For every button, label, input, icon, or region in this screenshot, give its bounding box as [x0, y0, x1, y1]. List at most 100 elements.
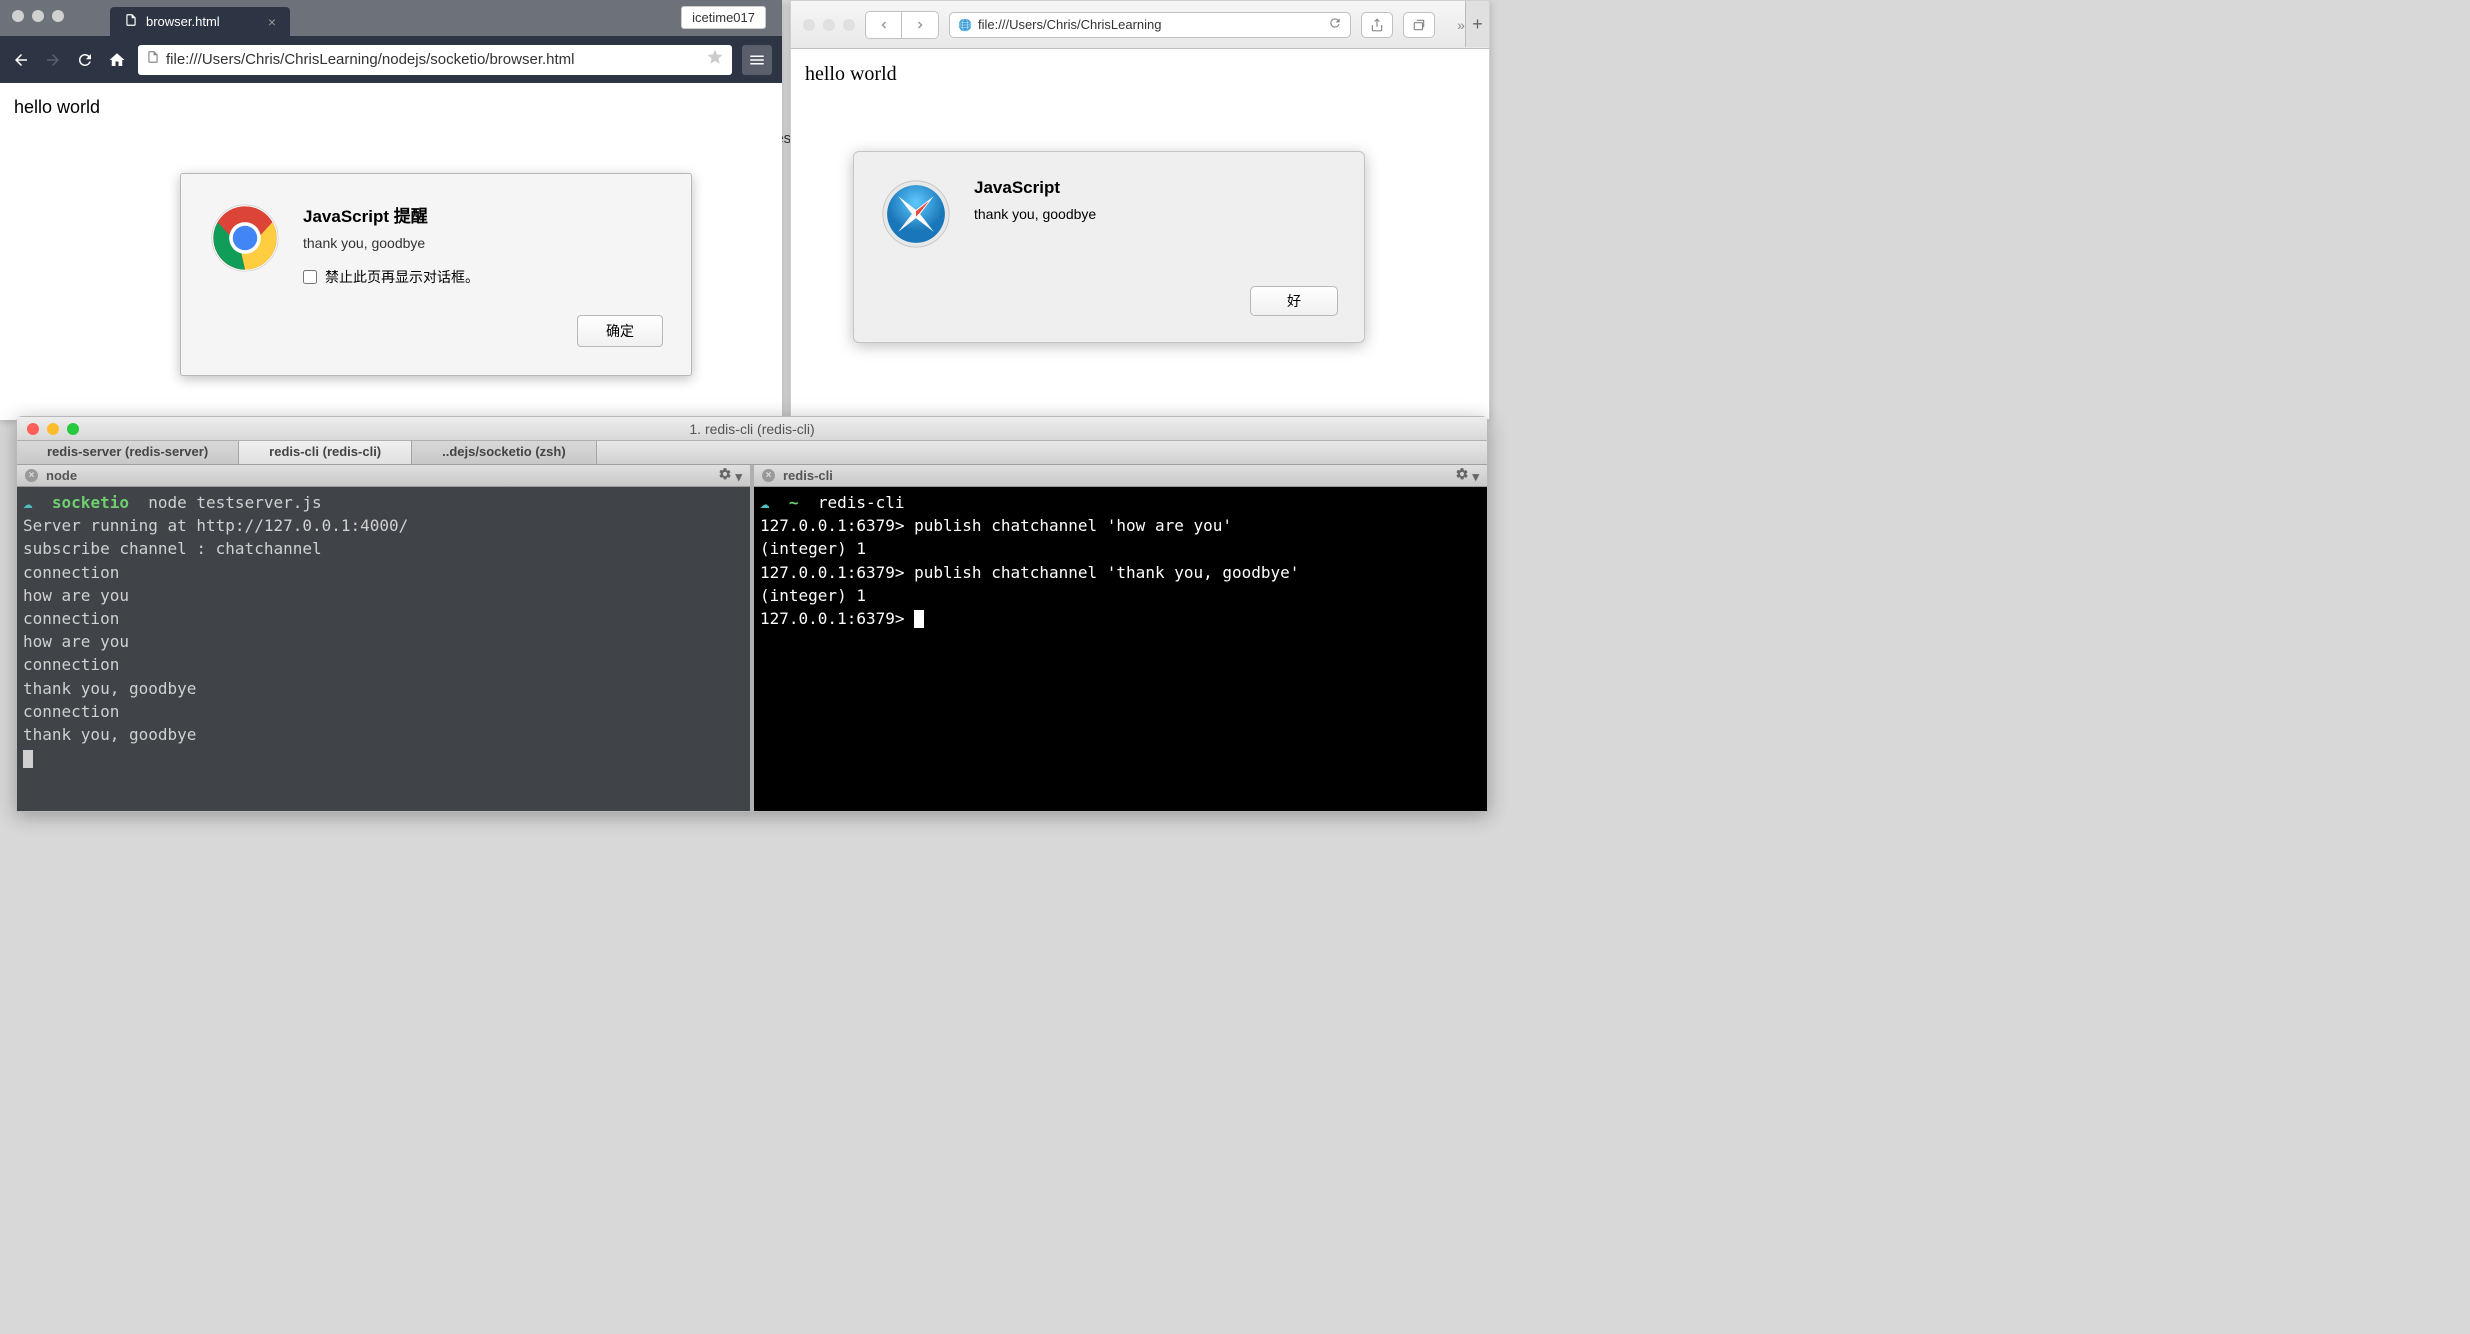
bookmark-star-icon[interactable]	[706, 48, 724, 71]
file-icon	[124, 13, 138, 30]
globe-icon	[958, 18, 972, 32]
url-text: file:///Users/Chris/ChrisLearning	[978, 17, 1162, 32]
alert-ok-button[interactable]: 确定	[577, 315, 663, 347]
terminal-output[interactable]: ☁ ~ redis-cli 127.0.0.1:6379> publish ch…	[754, 487, 1487, 811]
terminal-titlebar: 1. redis-cli (redis-cli)	[17, 417, 1487, 441]
forward-button[interactable]	[42, 49, 64, 71]
share-button[interactable]	[1361, 12, 1393, 38]
output-line: thank you, goodbye	[23, 679, 196, 698]
minimize-window-button[interactable]	[47, 423, 59, 435]
safari-page-content: hello world	[791, 49, 1489, 100]
javascript-alert-dialog: JavaScript 提醒 thank you, goodbye 禁止此页再显示…	[180, 173, 692, 376]
chrome-toolbar	[0, 36, 782, 83]
window-controls	[12, 10, 64, 22]
window-title: 1. redis-cli (redis-cli)	[689, 421, 814, 437]
terminal-window: 1. redis-cli (redis-cli) redis-server (r…	[16, 416, 1488, 812]
output-line: subscribe channel : chatchannel	[23, 539, 322, 558]
reload-button[interactable]	[74, 49, 96, 71]
reload-icon[interactable]	[1328, 16, 1342, 33]
output-line: (integer) 1	[760, 586, 866, 605]
menu-button[interactable]	[742, 45, 772, 75]
javascript-alert-dialog: JavaScript thank you, goodbye 好	[853, 151, 1365, 343]
alert-ok-button[interactable]: 好	[1250, 286, 1338, 316]
url-input[interactable]	[166, 51, 700, 68]
cursor	[914, 610, 924, 628]
checkbox-label: 禁止此页再显示对话框。	[325, 267, 479, 287]
chrome-tabstrip: browser.html × icetime017	[0, 0, 782, 36]
cloud-icon: ☁	[760, 493, 770, 512]
terminal-tab-redis-cli[interactable]: redis-cli (redis-cli)	[239, 441, 412, 464]
chrome-icon	[209, 202, 281, 274]
output-line: how are you	[23, 632, 129, 651]
output-line: Server running at http://127.0.0.1:4000/	[23, 516, 408, 535]
output-line: connection	[23, 563, 119, 582]
nav-buttons	[865, 11, 939, 39]
close-window-button[interactable]	[27, 423, 39, 435]
back-button[interactable]	[866, 12, 902, 38]
cursor	[23, 750, 33, 768]
file-icon	[146, 50, 160, 69]
output-line: connection	[23, 655, 119, 674]
maximize-window-button[interactable]	[52, 10, 64, 22]
output-line: how are you	[23, 586, 129, 605]
cmd-text: redis-cli	[799, 493, 905, 512]
gear-icon[interactable]: ▾	[1455, 467, 1479, 485]
prompt-dir: ~	[789, 493, 799, 512]
terminal-tabs: redis-server (redis-server) redis-cli (r…	[17, 441, 1487, 465]
address-bar[interactable]	[138, 45, 732, 75]
checkbox-input[interactable]	[303, 270, 317, 284]
output-line: 127.0.0.1:6379>	[760, 609, 914, 628]
home-button[interactable]	[106, 49, 128, 71]
tab-title: browser.html	[146, 14, 220, 29]
close-tab-icon[interactable]: ×	[268, 14, 276, 30]
alert-title: JavaScript 提醒	[303, 202, 479, 227]
maximize-window-button[interactable]	[67, 423, 79, 435]
maximize-window-button[interactable]	[843, 19, 855, 31]
terminal-panes: × node ▾ ☁ socketio node testserver.js S…	[17, 465, 1487, 811]
tabs-button[interactable]	[1403, 12, 1435, 38]
prompt-dir: socketio	[52, 493, 129, 512]
back-button[interactable]	[10, 49, 32, 71]
forward-button[interactable]	[902, 12, 938, 38]
browser-tab[interactable]: browser.html ×	[110, 7, 290, 36]
safari-window: file:///Users/Chris/ChrisLearning » + he…	[790, 0, 1490, 420]
output-line: thank you, goodbye	[23, 725, 196, 744]
terminal-pane-right: × redis-cli ▾ ☁ ~ redis-cli 127.0.0.1:63…	[754, 465, 1487, 811]
output-line: 127.0.0.1:6379> publish chatchannel 'how…	[760, 516, 1232, 535]
user-profile-badge[interactable]: icetime017	[681, 6, 766, 29]
close-window-button[interactable]	[12, 10, 24, 22]
close-window-button[interactable]	[803, 19, 815, 31]
address-bar[interactable]: file:///Users/Chris/ChrisLearning	[949, 12, 1351, 38]
output-line: (integer) 1	[760, 539, 866, 558]
window-controls	[27, 423, 79, 435]
terminal-output[interactable]: ☁ socketio node testserver.js Server run…	[17, 487, 750, 811]
terminal-pane-left: × node ▾ ☁ socketio node testserver.js S…	[17, 465, 754, 811]
safari-toolbar: file:///Users/Chris/ChrisLearning »	[791, 1, 1489, 49]
chrome-window: browser.html × icetime017	[0, 0, 782, 420]
alert-title: JavaScript	[974, 178, 1096, 198]
alert-message: thank you, goodbye	[974, 206, 1096, 222]
minimize-window-button[interactable]	[823, 19, 835, 31]
safari-icon	[880, 178, 952, 250]
suppress-dialogs-checkbox[interactable]: 禁止此页再显示对话框。	[303, 267, 479, 287]
pane-header: × redis-cli ▾	[754, 465, 1487, 487]
page-text: hello world	[805, 63, 897, 85]
cmd-text: node testserver.js	[129, 493, 322, 512]
close-pane-icon[interactable]: ×	[25, 469, 38, 482]
chrome-page-content: hello world JavaScript 提醒 thank you, goo…	[0, 83, 782, 420]
gear-icon[interactable]: ▾	[718, 467, 742, 485]
new-tab-button[interactable]: +	[1465, 1, 1489, 47]
alert-message: thank you, goodbye	[303, 235, 479, 251]
minimize-window-button[interactable]	[32, 10, 44, 22]
terminal-tab-socketio[interactable]: ..dejs/socketio (zsh)	[412, 441, 597, 464]
pane-header: × node ▾	[17, 465, 750, 487]
output-line: 127.0.0.1:6379> publish chatchannel 'tha…	[760, 563, 1299, 582]
pane-title: redis-cli	[783, 468, 833, 483]
close-pane-icon[interactable]: ×	[762, 469, 775, 482]
pane-title: node	[46, 468, 77, 483]
terminal-tab-redis-server[interactable]: redis-server (redis-server)	[17, 441, 239, 464]
page-text: hello world	[14, 97, 100, 117]
output-line: connection	[23, 609, 119, 628]
window-controls	[803, 19, 855, 31]
cloud-icon: ☁	[23, 493, 33, 512]
